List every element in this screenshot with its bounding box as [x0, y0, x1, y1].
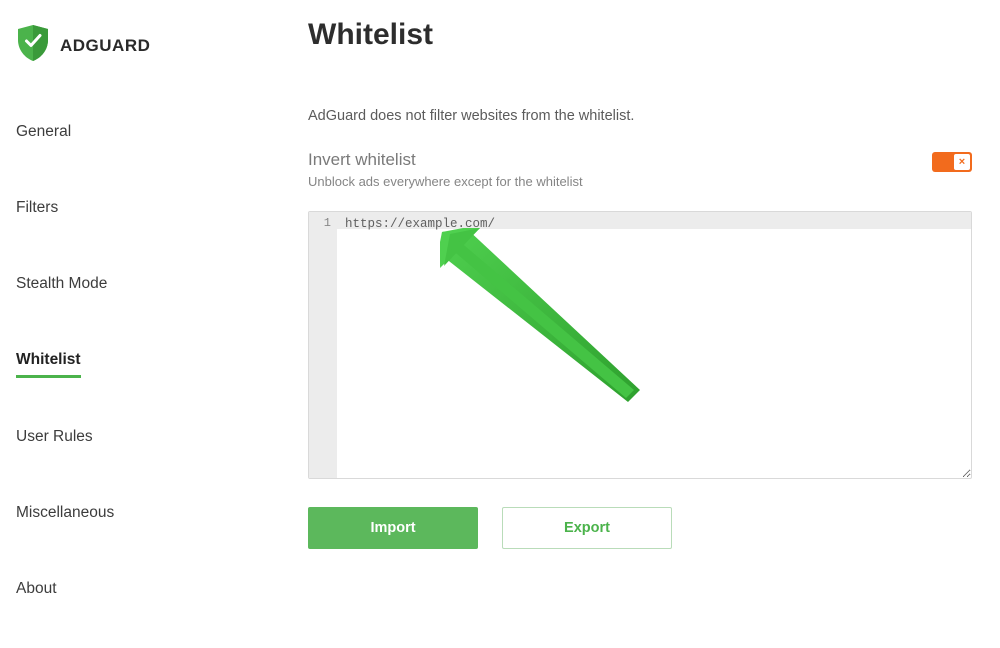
import-button[interactable]: Import	[308, 507, 478, 549]
page-title: Whitelist	[308, 18, 972, 52]
sidebar-item-general[interactable]: General	[16, 115, 71, 149]
invert-whitelist-title: Invert whitelist	[308, 150, 583, 170]
invert-text-block: Invert whitelist Unblock ads everywhere …	[308, 150, 583, 189]
editor-gutter: 1	[309, 212, 337, 478]
brand-logo-row: ADGUARD	[16, 24, 244, 67]
invert-whitelist-subtitle: Unblock ads everywhere except for the wh…	[308, 174, 583, 189]
main-panel: Whitelist AdGuard does not filter websit…	[260, 0, 1000, 616]
export-button[interactable]: Export	[502, 507, 672, 549]
shield-check-icon	[16, 24, 50, 67]
sidebar-item-stealth-mode[interactable]: Stealth Mode	[16, 267, 107, 301]
invert-whitelist-toggle[interactable]: ×	[932, 152, 972, 172]
sidebar: ADGUARD General Filters Stealth Mode Whi…	[0, 0, 260, 616]
page-description: AdGuard does not filter websites from th…	[308, 108, 972, 124]
sidebar-nav: General Filters Stealth Mode Whitelist U…	[16, 115, 244, 648]
sidebar-item-user-rules[interactable]: User Rules	[16, 420, 93, 454]
editor-content[interactable]: https://example.com/	[337, 212, 971, 478]
sidebar-item-filters[interactable]: Filters	[16, 191, 58, 225]
line-number: 1	[309, 216, 331, 230]
invert-whitelist-row: Invert whitelist Unblock ads everywhere …	[308, 150, 972, 189]
sidebar-item-whitelist[interactable]: Whitelist	[16, 343, 81, 378]
brand-name: ADGUARD	[60, 36, 150, 56]
sidebar-item-about[interactable]: About	[16, 572, 57, 606]
close-icon: ×	[959, 157, 965, 168]
action-buttons: Import Export	[308, 507, 972, 549]
editor-line-1: https://example.com/	[345, 216, 963, 233]
whitelist-editor[interactable]: 1 https://example.com/	[308, 211, 972, 479]
sidebar-item-miscellaneous[interactable]: Miscellaneous	[16, 496, 114, 530]
toggle-knob: ×	[954, 154, 970, 170]
